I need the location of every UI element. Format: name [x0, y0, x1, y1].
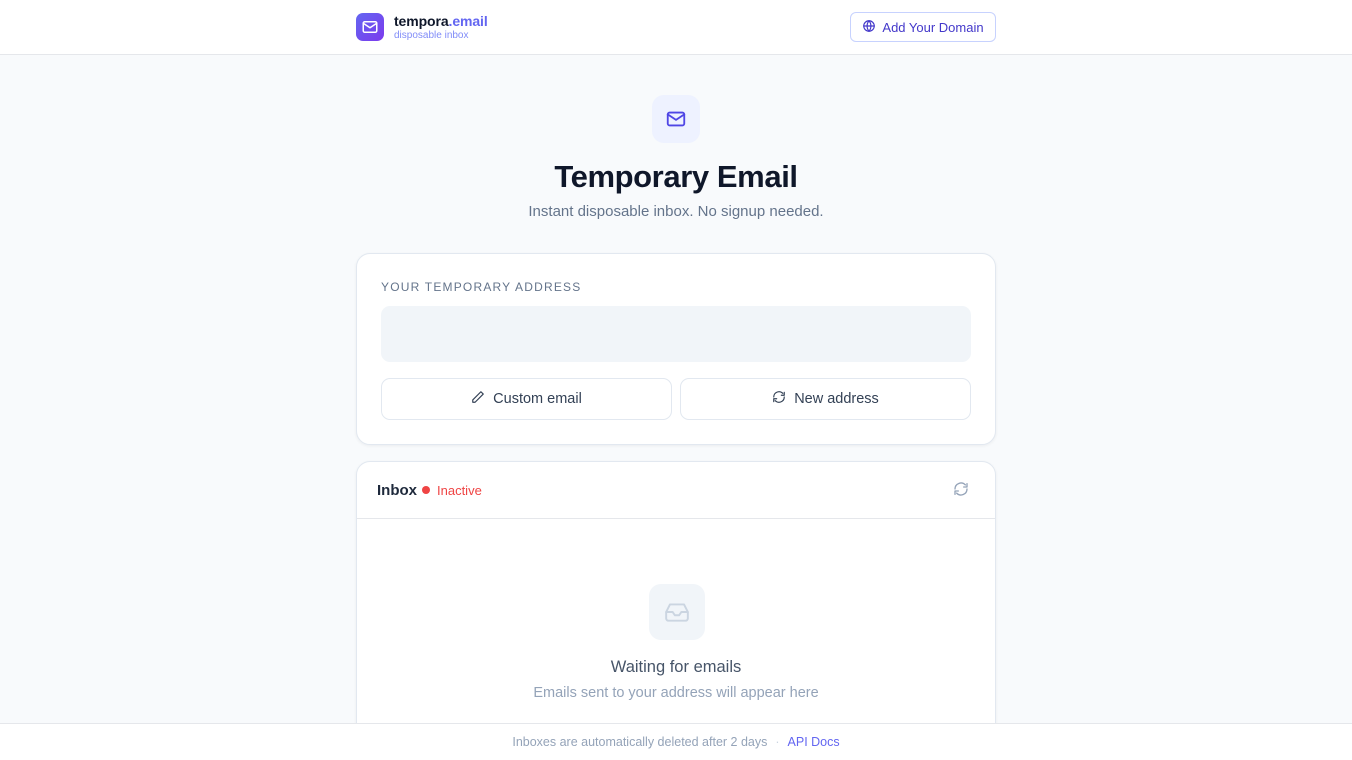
brand-text: tempora.email disposable inbox — [394, 14, 488, 41]
inbox-icon — [649, 584, 705, 640]
globe-icon — [862, 19, 876, 36]
add-domain-label: Add Your Domain — [882, 19, 984, 35]
empty-state-subtitle: Emails sent to your address will appear … — [533, 685, 819, 701]
refresh-icon — [772, 390, 786, 408]
address-card: YOUR TEMPORARY ADDRESS Custom email New … — [356, 253, 996, 445]
footer: Inboxes are automatically deleted after … — [0, 723, 1352, 760]
api-docs-link[interactable]: API Docs — [788, 735, 840, 749]
brand[interactable]: tempora.email disposable inbox — [356, 13, 488, 41]
footer-notice: Inboxes are automatically deleted after … — [512, 735, 768, 749]
new-address-button[interactable]: New address — [680, 378, 971, 420]
pencil-icon — [471, 390, 485, 408]
address-label: YOUR TEMPORARY ADDRESS — [381, 280, 582, 294]
status-badge: Inactive — [437, 483, 482, 498]
status-dot — [422, 486, 430, 494]
page-subtitle: Instant disposable inbox. No signup need… — [528, 203, 824, 220]
top-header: tempora.email disposable inbox Add Your … — [0, 0, 1352, 55]
refresh-icon — [953, 481, 969, 502]
custom-email-button[interactable]: Custom email — [381, 378, 672, 420]
inbox-card: Inbox Inactive Waiting for emails Emails… — [356, 461, 996, 760]
inbox-title: Inbox — [377, 482, 417, 499]
footer-separator: · — [775, 735, 780, 749]
refresh-inbox-button[interactable] — [950, 480, 972, 502]
mail-icon — [652, 95, 700, 143]
new-address-label: New address — [794, 391, 879, 407]
brand-tagline: disposable inbox — [394, 29, 469, 41]
empty-state-title: Waiting for emails — [610, 658, 742, 676]
custom-email-label: Custom email — [493, 391, 582, 407]
temporary-address-field[interactable] — [381, 306, 971, 362]
inbox-header: Inbox Inactive — [357, 462, 995, 519]
brand-name: tempora.email — [394, 12, 488, 29]
mail-icon — [356, 13, 384, 41]
page-title: Temporary Email — [554, 159, 798, 194]
add-domain-button[interactable]: Add Your Domain — [850, 12, 996, 42]
brand-accent: .email — [448, 12, 488, 29]
